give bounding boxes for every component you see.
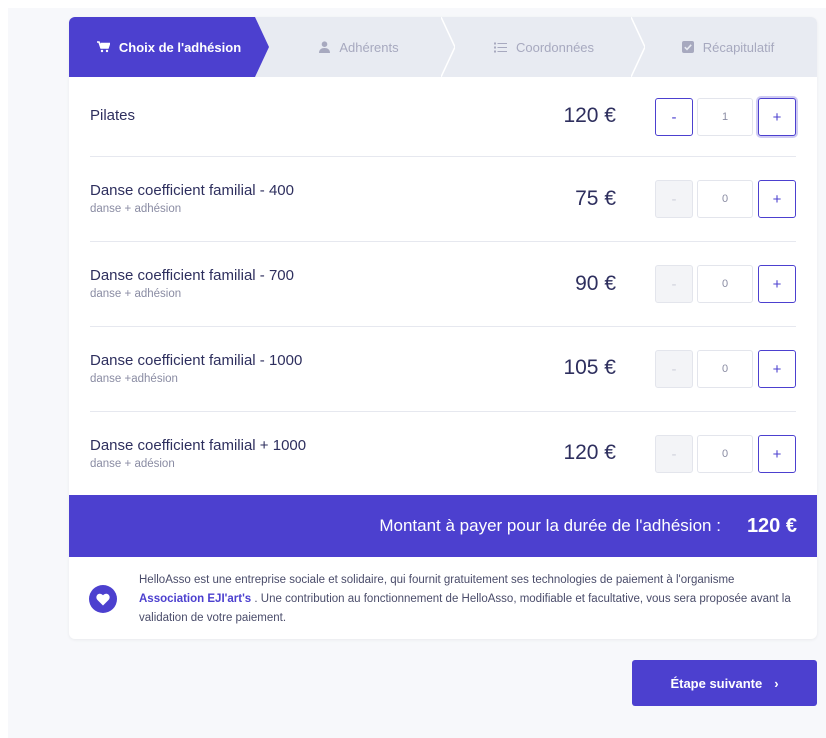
item-name: Danse coefficient familial - 400 — [90, 182, 294, 199]
step-divider — [441, 17, 455, 77]
item-price: 105 € — [563, 356, 616, 379]
membership-card: Choix de l'adhésion Adhérents Coordonnée… — [69, 17, 817, 639]
quantity-field[interactable]: 0 — [697, 435, 753, 473]
list-icon — [493, 42, 507, 53]
decrement-button[interactable]: - — [655, 98, 693, 136]
increment-button[interactable]: + — [758, 180, 796, 218]
total-bar: Montant à payer pour la durée de l'adhés… — [69, 495, 817, 557]
membership-options: Pilates 120 € - 1 + Danse coefficient fa… — [69, 77, 817, 497]
step-label: Choix de l'adhésion — [118, 39, 242, 55]
quantity-field[interactable]: 0 — [697, 180, 753, 218]
step-recapitulatif[interactable]: Récapitulatif — [639, 17, 817, 77]
item-price: 120 € — [563, 104, 616, 127]
step-progress: Choix de l'adhésion Adhérents Coordonnée… — [69, 17, 817, 77]
step-coordonnees[interactable]: Coordonnées — [449, 17, 639, 77]
total-amount: 120 € — [746, 514, 797, 537]
item-price: 75 € — [575, 187, 616, 210]
increment-button[interactable]: + — [758, 435, 796, 473]
cart-icon — [96, 41, 110, 53]
decrement-button[interactable]: - — [655, 180, 693, 218]
quantity-field[interactable]: 0 — [697, 350, 753, 388]
checkbox-icon — [681, 41, 694, 53]
list-item: Danse coefficient familial - 700 danse +… — [90, 242, 796, 327]
heart-icon — [89, 585, 117, 613]
increment-button[interactable]: + — [758, 98, 796, 136]
item-name: Danse coefficient familial + 1000 — [90, 437, 307, 454]
list-item: Danse coefficient familial - 1000 danse … — [90, 327, 796, 412]
item-name: Danse coefficient familial - 1000 — [90, 352, 303, 369]
decrement-button[interactable]: - — [655, 350, 693, 388]
next-step-button[interactable]: Étape suivante › — [632, 660, 817, 706]
decrement-button[interactable]: - — [655, 265, 693, 303]
quantity-stepper: - 0 + — [655, 180, 796, 218]
item-description: danse +adhésion — [90, 373, 178, 385]
item-price: 120 € — [563, 441, 616, 464]
chevron-right-icon: › — [774, 675, 779, 691]
step-divider — [631, 17, 645, 77]
step-label: Coordonnées — [515, 39, 595, 55]
step-choix-adhesion[interactable]: Choix de l'adhésion — [69, 17, 269, 77]
item-name: Pilates — [90, 107, 136, 124]
list-item: Danse coefficient familial + 1000 danse … — [90, 412, 796, 497]
decrement-button[interactable]: - — [655, 435, 693, 473]
quantity-stepper: - 0 + — [655, 435, 796, 473]
quantity-stepper: - 0 + — [655, 265, 796, 303]
item-description: danse + adhésion — [90, 203, 182, 215]
quantity-field[interactable]: 1 — [697, 98, 753, 136]
item-name: Danse coefficient familial - 700 — [90, 267, 294, 284]
increment-button[interactable]: + — [758, 265, 796, 303]
increment-button[interactable]: + — [758, 350, 796, 388]
next-step-label: Étape suivante — [670, 675, 763, 691]
step-label: Récapitulatif — [702, 39, 775, 55]
list-item: Danse coefficient familial - 400 danse +… — [90, 157, 796, 242]
association-link[interactable]: Association EJI'art's — [139, 593, 251, 605]
item-description: danse + adhésion — [90, 288, 182, 300]
notice-text: HelloAsso est une entreprise sociale et … — [139, 574, 735, 586]
list-item: Pilates 120 € - 1 + — [90, 77, 796, 157]
quantity-field[interactable]: 0 — [697, 265, 753, 303]
item-description: danse + adésion — [90, 458, 175, 470]
total-label: Montant à payer pour la durée de l'adhés… — [379, 516, 721, 535]
user-icon — [319, 41, 331, 53]
helloasso-notice: HelloAsso est une entreprise sociale et … — [69, 557, 817, 639]
quantity-stepper: - 0 + — [655, 350, 796, 388]
step-label: Adhérents — [339, 39, 399, 55]
item-price: 90 € — [575, 272, 616, 295]
quantity-stepper: - 1 + — [655, 98, 796, 136]
step-adherents[interactable]: Adhérents — [269, 17, 449, 77]
